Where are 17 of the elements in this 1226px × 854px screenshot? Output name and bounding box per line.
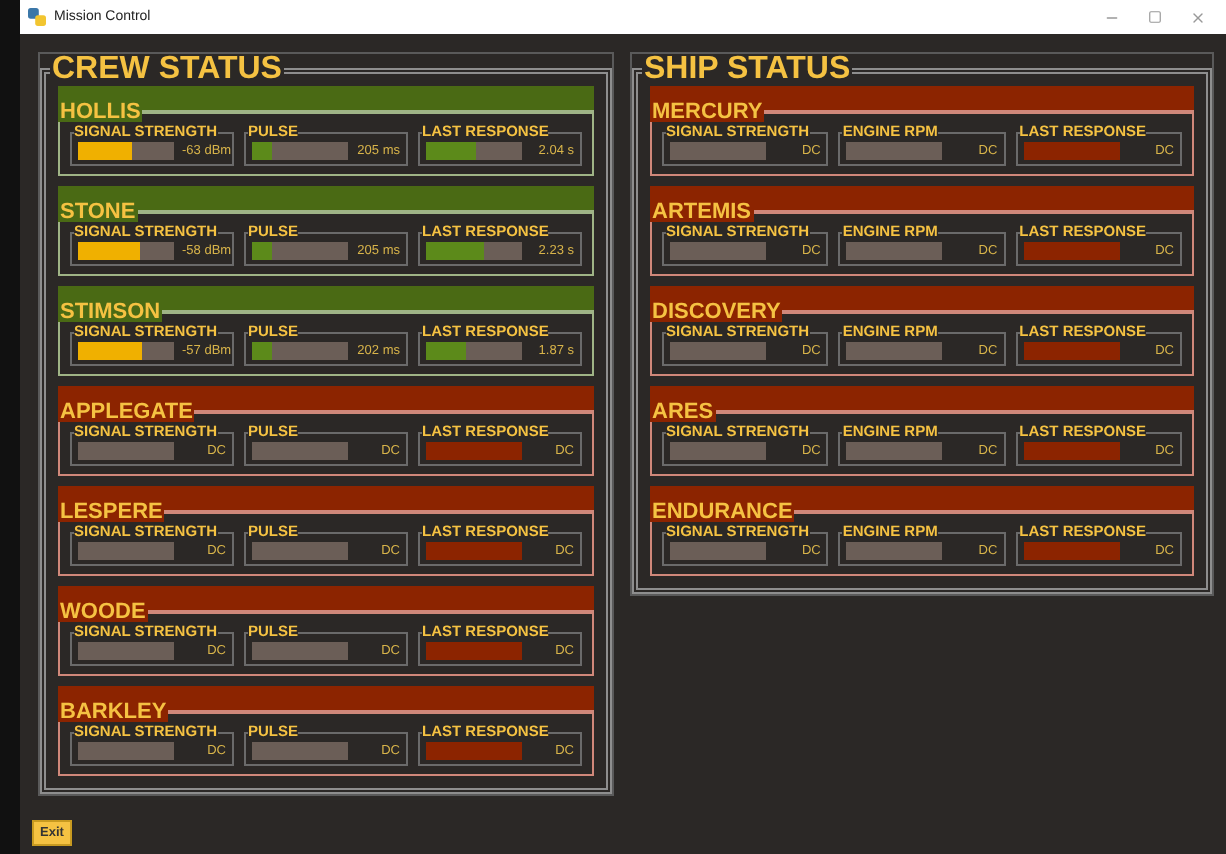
close-icon[interactable] bbox=[1190, 9, 1206, 25]
panel-title: CREW STATUS bbox=[50, 54, 284, 86]
unit-name: WOODE bbox=[58, 602, 148, 622]
unit-name: MERCURY bbox=[650, 102, 765, 122]
unit-name: STONE bbox=[58, 202, 138, 222]
unit-name: DISCOVERY bbox=[650, 302, 783, 322]
unit-name: ARTEMIS bbox=[650, 202, 753, 222]
unit-name: ARES bbox=[650, 402, 716, 422]
maximize-icon[interactable] bbox=[1148, 10, 1162, 24]
unit-name: LESPERE bbox=[58, 502, 165, 522]
unit-name: APPLEGATE bbox=[58, 402, 195, 422]
unit-name: ENDURANCE bbox=[650, 502, 795, 522]
panel-title: SHIP STATUS bbox=[642, 54, 853, 86]
unit-name: HOLLIS bbox=[58, 102, 143, 122]
app-icon bbox=[28, 8, 46, 26]
unit-name: STIMSON bbox=[58, 302, 163, 322]
unit-name: BARKLEY bbox=[58, 702, 169, 722]
